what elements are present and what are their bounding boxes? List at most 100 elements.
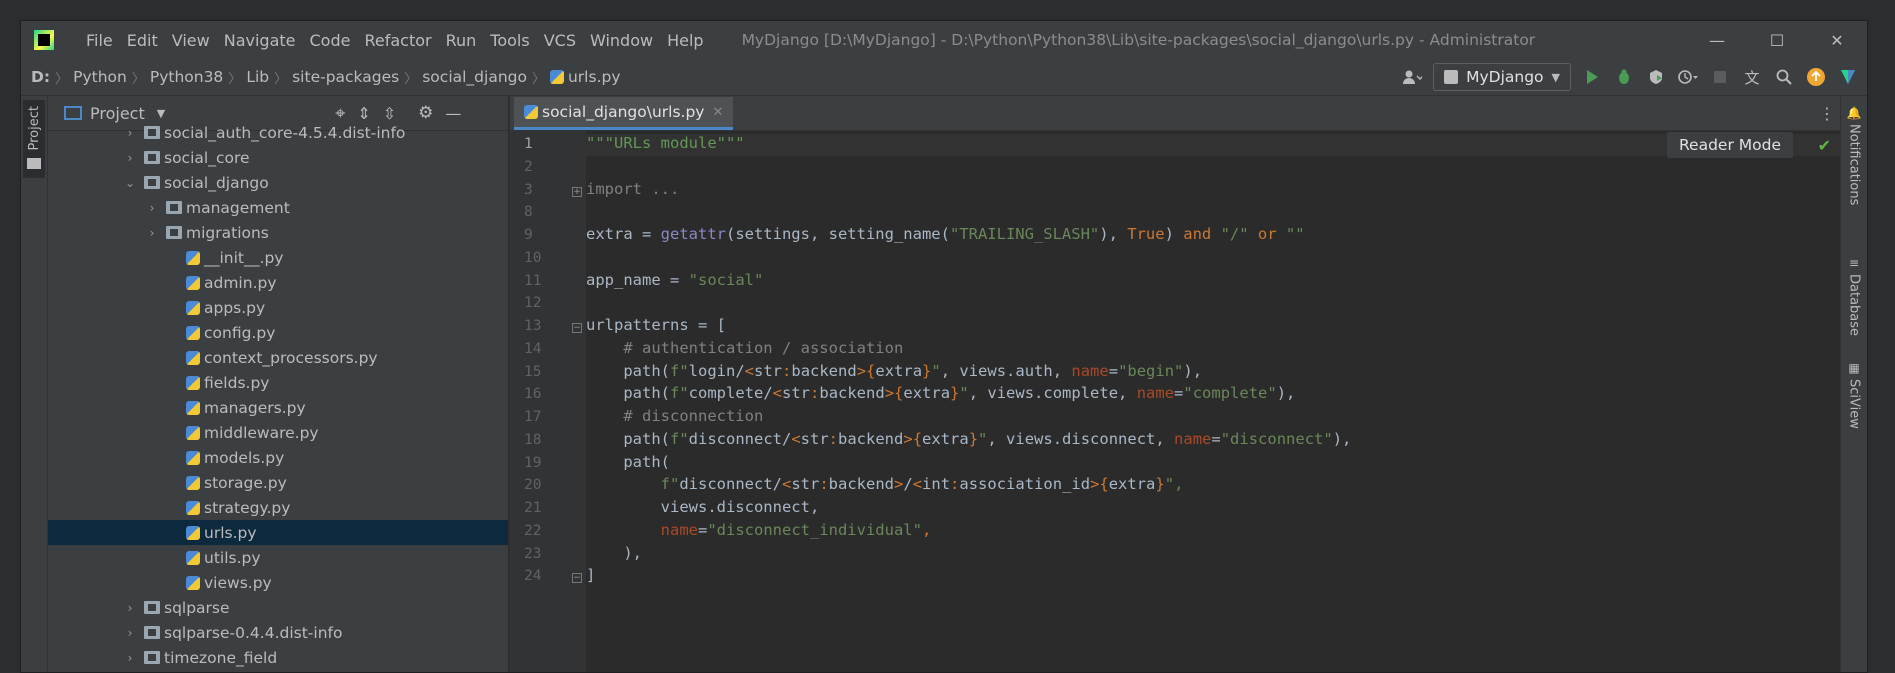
menu-file[interactable]: File	[86, 31, 113, 50]
inspection-ok-icon[interactable]: ✔	[1818, 136, 1831, 155]
close-tab-icon[interactable]: ✕	[712, 105, 723, 120]
code-line[interactable]: # disconnection	[586, 407, 1843, 429]
project-tool-tab[interactable]: Project	[23, 100, 45, 178]
chevron-down-icon[interactable]: ⌄	[122, 176, 138, 190]
tree-item[interactable]: config.py	[48, 320, 508, 345]
tree-item[interactable]: strategy.py	[48, 495, 508, 520]
reader-mode-button[interactable]: Reader Mode	[1666, 132, 1793, 158]
profile-icon[interactable]	[1677, 66, 1699, 88]
notifications-tool-tab[interactable]: 🔔 Notifications	[1841, 106, 1867, 205]
menu-edit[interactable]: Edit	[127, 31, 158, 50]
tree-item[interactable]: › social_core	[48, 145, 508, 170]
tree-item[interactable]: › sqlparse-0.4.4.dist-info	[48, 620, 508, 645]
chevron-down-icon[interactable]: ▼	[157, 107, 165, 120]
tree-item[interactable]: models.py	[48, 445, 508, 470]
breadcrumb-item[interactable]: Python	[73, 68, 127, 86]
tree-item[interactable]: views.py	[48, 570, 508, 595]
tree-item[interactable]: middleware.py	[48, 420, 508, 445]
menu-help[interactable]: Help	[667, 31, 703, 50]
run-icon[interactable]	[1581, 66, 1603, 88]
chevron-right-icon[interactable]: ›	[122, 626, 138, 640]
menu-vcs[interactable]: VCS	[544, 31, 576, 50]
minimize-button[interactable]: —	[1687, 21, 1747, 59]
code-line[interactable]: app_name = "social"	[586, 271, 1843, 293]
code-line[interactable]: import ...	[586, 180, 1843, 202]
code-line[interactable]: # authentication / association	[586, 339, 1843, 361]
search-icon[interactable]	[1773, 66, 1795, 88]
code-line[interactable]: extra = getattr(settings, setting_name("…	[586, 225, 1843, 247]
code-line[interactable]: path(f"complete/<str:backend>{extra}", v…	[586, 384, 1843, 406]
menu-tools[interactable]: Tools	[490, 31, 529, 50]
run-with-coverage-icon[interactable]	[1645, 66, 1667, 88]
tree-item[interactable]: apps.py	[48, 295, 508, 320]
code-editor[interactable]: ] ), name="disconnect_individual", views…	[586, 130, 1843, 672]
tree-item[interactable]: ⌄ social_django	[48, 170, 508, 195]
translate-icon[interactable]: 文	[1741, 66, 1763, 88]
tree-item[interactable]: › sqlparse	[48, 595, 508, 620]
breadcrumb-item[interactable]: social_django	[422, 68, 527, 86]
fold-toggle-icon[interactable]: +	[572, 186, 582, 197]
code-line[interactable]: f"disconnect/<str:backend>/<int:associat…	[586, 475, 1843, 497]
menu-view[interactable]: View	[172, 31, 210, 50]
user-icon[interactable]	[1401, 66, 1423, 88]
code-line[interactable]	[586, 293, 1843, 315]
editor-tab[interactable]: social_django\urls.py ✕	[514, 97, 734, 130]
menu-navigate[interactable]: Navigate	[224, 31, 296, 50]
close-window-button[interactable]: ✕	[1807, 21, 1867, 59]
tree-item[interactable]: › migrations	[48, 220, 508, 245]
run-configuration-select[interactable]: MyDjango ▼	[1433, 63, 1571, 91]
menu-run[interactable]: Run	[446, 31, 477, 50]
tree-item[interactable]: › management	[48, 195, 508, 220]
chevron-right-icon[interactable]: ›	[144, 226, 160, 240]
chevron-right-icon[interactable]: ›	[122, 601, 138, 615]
tree-item[interactable]: › social_auth_core-4.5.4.dist-info	[48, 120, 508, 145]
breadcrumb-item[interactable]: D:	[31, 68, 50, 86]
code-token: ),	[1183, 361, 1203, 380]
tree-item[interactable]: managers.py	[48, 395, 508, 420]
stop-icon[interactable]	[1709, 66, 1731, 88]
chevron-right-icon[interactable]: ›	[122, 126, 138, 140]
chevron-right-icon[interactable]: ›	[122, 651, 138, 665]
line-number: 23	[524, 545, 542, 562]
tree-item[interactable]: › timezone_field	[48, 645, 508, 670]
tree-item[interactable]: __init__.py	[48, 245, 508, 270]
breadcrumb-item[interactable]: Lib	[246, 68, 269, 86]
code-line[interactable]: ]	[586, 566, 1843, 588]
fold-toggle-icon[interactable]: −	[572, 323, 582, 333]
tree-item[interactable]: utils.py	[48, 545, 508, 570]
breadcrumb-item[interactable]: Python38	[150, 68, 223, 86]
code-line[interactable]: urlpatterns = [	[586, 316, 1843, 338]
menu-refactor[interactable]: Refactor	[364, 31, 431, 50]
tree-item[interactable]: fields.py	[48, 370, 508, 395]
sciview-tool-tab[interactable]: ▦ SciView	[1841, 361, 1867, 429]
database-tool-tab[interactable]: ≡ Database	[1841, 256, 1867, 336]
chevron-right-icon[interactable]: ›	[122, 151, 138, 165]
code-line[interactable]: path(f"disconnect/<str:backend>{extra}",…	[586, 430, 1843, 452]
tree-item[interactable]: urls.py	[48, 520, 508, 545]
breadcrumb-item[interactable]: site-packages	[292, 68, 399, 86]
jetbrains-toolbox-icon[interactable]	[1837, 66, 1859, 88]
code-line[interactable]: name="disconnect_individual",	[586, 521, 1843, 543]
tree-item[interactable]: admin.py	[48, 270, 508, 295]
more-tabs-icon[interactable]: ⋮	[1819, 104, 1835, 123]
code-line[interactable]	[586, 248, 1843, 270]
chevron-right-icon[interactable]: ›	[144, 201, 160, 215]
python-file-icon	[186, 325, 200, 340]
breadcrumb-item[interactable]: urls.py	[549, 68, 621, 86]
fold-toggle-icon[interactable]: −	[572, 573, 582, 584]
code-line[interactable]	[586, 202, 1843, 224]
code-line[interactable]: path(	[586, 453, 1843, 475]
code-line[interactable]: path(f"login/<str:backend>{extra}", view…	[586, 362, 1843, 384]
code-line[interactable]: views.disconnect,	[586, 498, 1843, 520]
code-line[interactable]: ),	[586, 544, 1843, 566]
menu-code[interactable]: Code	[310, 31, 351, 50]
tree-item[interactable]: storage.py	[48, 470, 508, 495]
maximize-button[interactable]: ☐	[1747, 21, 1807, 59]
debug-icon[interactable]	[1613, 66, 1635, 88]
menu-window[interactable]: Window	[590, 31, 653, 50]
code-line[interactable]	[586, 157, 1843, 179]
update-icon[interactable]	[1805, 66, 1827, 88]
tree-item[interactable]: context_processors.py	[48, 345, 508, 370]
code-line[interactable]: """URLs module"""	[586, 134, 1843, 156]
code-token: str	[754, 361, 783, 380]
